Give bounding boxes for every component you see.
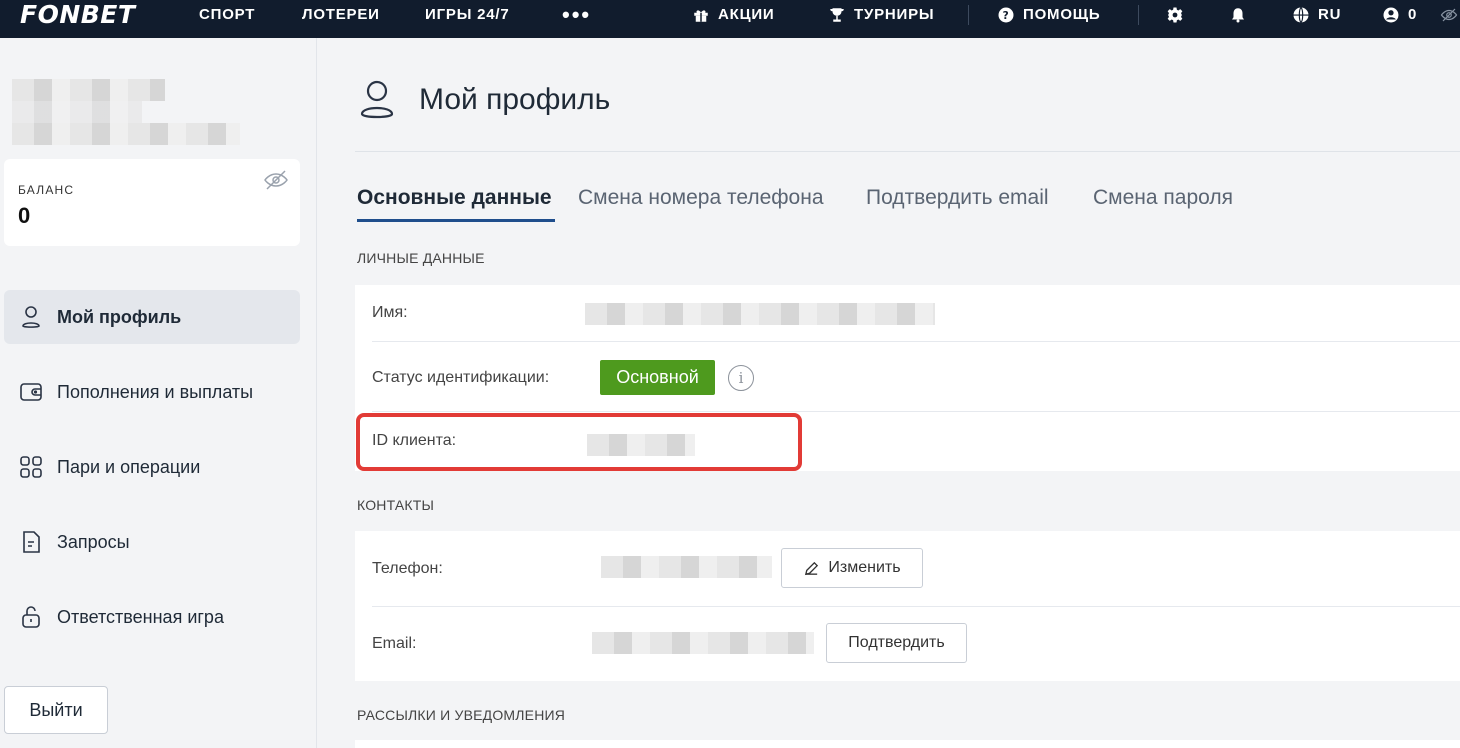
tab-change-password[interactable]: Смена пароля: [1093, 186, 1233, 210]
svg-text:?: ?: [1003, 10, 1010, 22]
balance-card: БАЛАНС 0: [4, 159, 300, 246]
sidebar-item-label: Мой профиль: [57, 306, 182, 327]
language-switch[interactable]: RU: [1292, 0, 1341, 30]
name-label: Имя:: [372, 304, 408, 321]
confirm-email-button[interactable]: Подтвердить: [826, 623, 967, 663]
account-balance: 0: [1408, 6, 1418, 23]
hide-balance-button[interactable]: [1440, 0, 1458, 30]
eye-off-icon[interactable]: [264, 169, 288, 191]
sidebar-item-requests[interactable]: Запросы: [4, 515, 300, 569]
nav-promos-label: АКЦИИ: [718, 6, 775, 23]
status-badge: Основной: [600, 360, 715, 395]
sidebar-item-payments[interactable]: Пополнения и выплаты: [4, 365, 300, 419]
section-personal-data: ЛИЧНЫЕ ДАННЫЕ: [357, 250, 485, 266]
user-name-blurred: [12, 101, 142, 123]
page-title: Мой профиль: [419, 83, 611, 116]
top-navigation: FONBET СПОРТ ЛОТЕРЕИ ИГРЫ 24/7 ••• АКЦИИ…: [0, 0, 1460, 38]
status-label: Статус идентификации:: [372, 369, 550, 386]
nav-sport[interactable]: СПОРТ: [199, 0, 255, 30]
section-contacts: КОНТАКТЫ: [357, 497, 435, 513]
grid-icon: [20, 456, 42, 478]
contacts-card: Телефон: Изменить Email: Подтвердить: [355, 531, 1460, 681]
bell-icon: [1232, 8, 1244, 23]
section-notifications: РАССЫЛКИ И УВЕДОМЛЕНИЯ: [357, 707, 566, 723]
sidebar-item-label: Запросы: [57, 531, 130, 552]
row-divider: [372, 606, 1460, 607]
account-button[interactable]: 0: [1382, 0, 1417, 30]
user-name-blurred: [12, 79, 165, 101]
sidebar-item-responsible-gaming[interactable]: Ответственная игра: [4, 590, 300, 644]
wallet-icon: [20, 383, 42, 401]
settings-button[interactable]: [1166, 0, 1184, 30]
nav-promos[interactable]: АКЦИИ: [692, 0, 775, 30]
help-icon: ?: [998, 7, 1014, 23]
nav-tournaments[interactable]: ТУРНИРЫ: [828, 0, 934, 30]
lock-icon: [22, 606, 40, 628]
logout-button[interactable]: Выйти: [4, 686, 108, 734]
tab-confirm-email[interactable]: Подтвердить email: [866, 186, 1049, 210]
user-circle-icon: [1383, 7, 1399, 23]
nav-divider: [968, 5, 969, 25]
fonbet-logo[interactable]: FONBET: [20, 0, 135, 38]
gear-icon: [1167, 7, 1183, 23]
nav-games[interactable]: ИГРЫ 24/7: [425, 0, 510, 30]
user-icon: [22, 306, 40, 328]
sidebar-item-profile[interactable]: Мой профиль: [4, 290, 300, 344]
tab-change-phone[interactable]: Смена номера телефона: [578, 186, 824, 210]
nav-help[interactable]: ? ПОМОЩЬ: [997, 0, 1100, 30]
language-label: RU: [1318, 6, 1342, 23]
notifications-button[interactable]: [1229, 0, 1247, 30]
header-divider: [355, 151, 1460, 152]
client-id-highlight-frame: [356, 413, 802, 471]
trophy-icon: [830, 8, 844, 22]
email-value-blurred: [592, 632, 814, 654]
document-icon: [23, 531, 40, 553]
sidebar-item-label: Ответственная игра: [57, 606, 224, 627]
balance-value: 0: [18, 203, 31, 228]
sidebar: БАЛАНС 0 Мой профиль Пополнения и выплат…: [0, 38, 317, 748]
globe-icon: [1293, 7, 1309, 23]
sidebar-item-label: Пополнения и выплаты: [57, 381, 254, 402]
info-icon[interactable]: i: [728, 365, 754, 391]
email-label: Email:: [372, 635, 417, 652]
eye-off-icon: [1440, 8, 1458, 22]
nav-help-label: ПОМОЩЬ: [1023, 6, 1101, 23]
sidebar-item-bets[interactable]: Пари и операции: [4, 440, 300, 494]
nav-tournaments-label: ТУРНИРЫ: [854, 6, 935, 23]
phone-value-blurred: [601, 556, 772, 578]
pencil-icon: [805, 561, 819, 575]
name-value-blurred: [585, 303, 935, 325]
active-tab-indicator: [357, 219, 555, 222]
user-login-blurred: [12, 123, 240, 145]
tab-basic-data[interactable]: Основные данные: [357, 186, 552, 210]
change-phone-label: Изменить: [828, 559, 901, 576]
page-header: Мой профиль: [357, 78, 610, 122]
nav-more-button[interactable]: •••: [562, 0, 591, 30]
sidebar-item-label: Пари и операции: [57, 456, 201, 477]
user-icon: [360, 80, 394, 119]
row-divider: [372, 411, 1460, 412]
nav-lotteries[interactable]: ЛОТЕРЕИ: [302, 0, 380, 30]
row-divider: [372, 341, 1460, 342]
change-phone-button[interactable]: Изменить: [781, 548, 923, 588]
notifications-card: [355, 740, 1460, 748]
nav-divider: [1138, 5, 1139, 25]
balance-label: БАЛАНС: [18, 183, 75, 197]
gift-icon: [694, 10, 708, 22]
phone-label: Телефон:: [372, 560, 443, 577]
